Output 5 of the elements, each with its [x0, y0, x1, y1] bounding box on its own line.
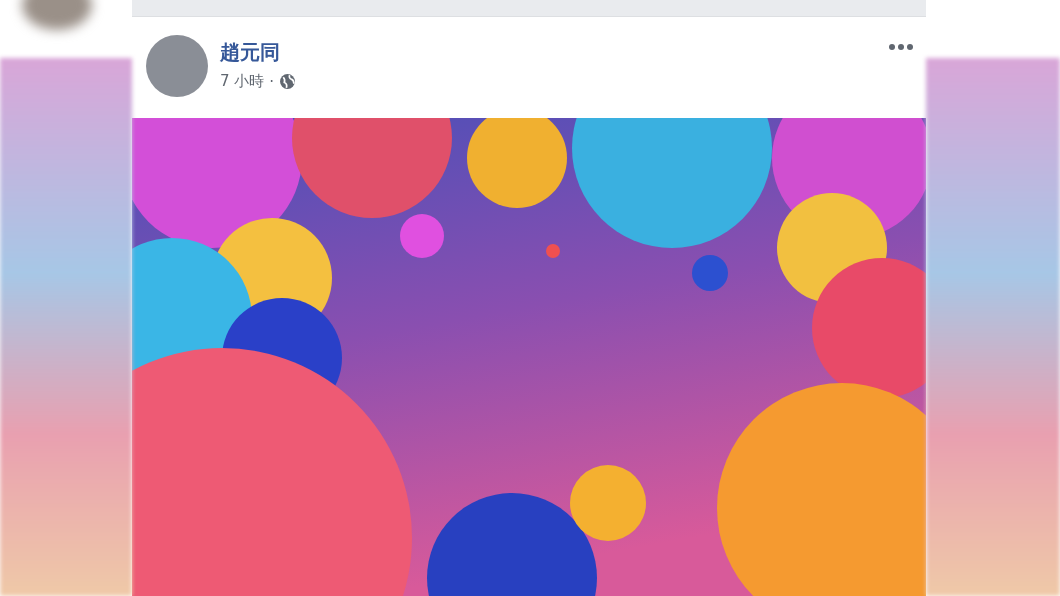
globe-icon	[279, 73, 297, 90]
post-time[interactable]: 7 小時	[220, 72, 265, 91]
more-options-icon[interactable]	[888, 43, 914, 51]
author-name[interactable]: 趙元同	[220, 39, 297, 66]
separator: ·	[269, 72, 275, 91]
